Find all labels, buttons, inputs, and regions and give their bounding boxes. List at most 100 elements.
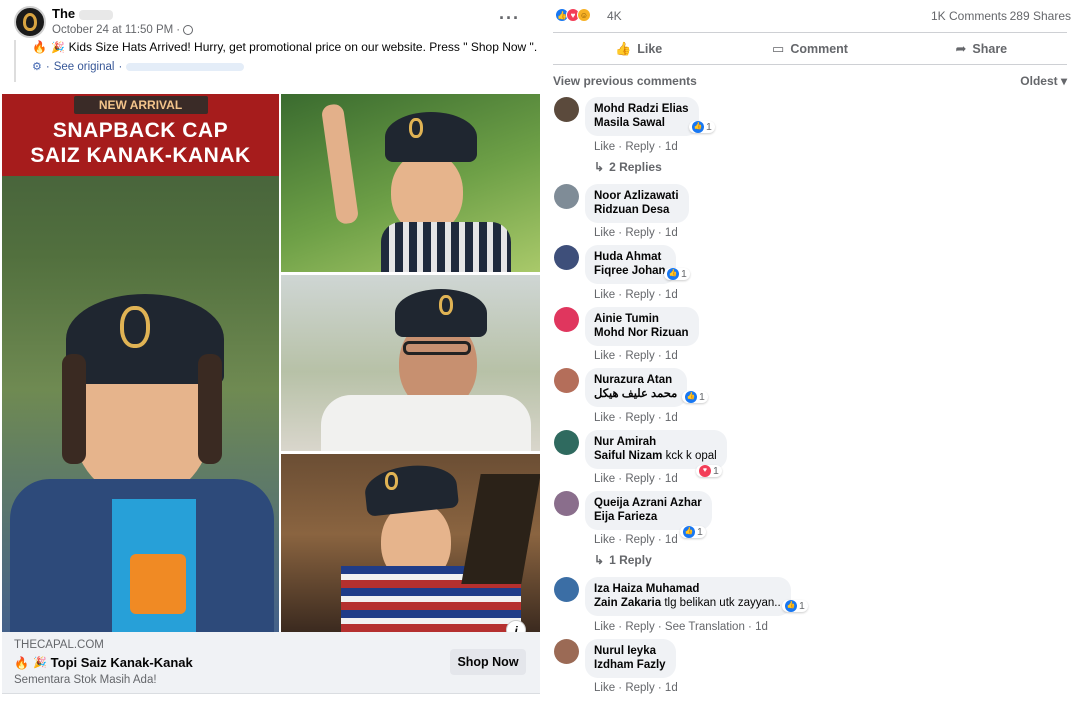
- commenter-avatar[interactable]: [554, 639, 579, 664]
- view-previous-comments[interactable]: View previous comments: [553, 74, 697, 88]
- gear-icon: ⚙: [32, 61, 42, 73]
- reaction-count: 1: [697, 526, 703, 538]
- comment-actions[interactable]: Like · Reply · 1d: [594, 412, 678, 424]
- photo-top-right[interactable]: [281, 94, 540, 272]
- photo-grid[interactable]: NEW ARRIVAL SNAPBACK CAP SAIZ KANAK-KANA…: [2, 94, 540, 632]
- comment-reaction[interactable]: 👍 1: [689, 121, 715, 133]
- link-title-text[interactable]: Topi Saiz Kanak-Kanak: [51, 655, 193, 670]
- commenter-avatar[interactable]: [554, 577, 579, 602]
- commenter-name[interactable]: Nurazura Atan: [594, 373, 677, 387]
- view-replies-link[interactable]: ↳ 1 Reply: [594, 553, 652, 567]
- like-reaction-icon: 👍: [785, 600, 797, 612]
- tagged-user[interactable]: Saiful Nizam: [594, 450, 662, 462]
- more-options-button[interactable]: ···: [499, 8, 520, 29]
- shares-count[interactable]: 289 Shares: [1010, 9, 1071, 23]
- thumbs-up-icon: 👍: [615, 40, 632, 56]
- page-logo-icon: [23, 13, 37, 31]
- comment-button[interactable]: ▭ Comment: [724, 33, 895, 64]
- cap-image: [385, 112, 477, 162]
- comment-item: Nurazura Atan محمد عليف هيكل 👍 1 Like · R…: [553, 368, 1073, 428]
- comment-actions[interactable]: Like · Reply · 1d: [594, 289, 678, 301]
- commenter-name[interactable]: Ainie Tumin: [594, 312, 689, 326]
- commenter-name[interactable]: Iza Haiza Muhamad: [594, 582, 781, 596]
- commenter-name[interactable]: Noor Azlizawati: [594, 189, 679, 203]
- photo-middle-right[interactable]: [281, 275, 540, 451]
- commenter-avatar[interactable]: [554, 307, 579, 332]
- share-button[interactable]: ➦ Share: [896, 33, 1067, 64]
- link-preview[interactable]: THECAPAL.COM 🔥 🎉 Topi Saiz Kanak-Kanak S…: [2, 632, 540, 694]
- love-reaction-icon: ♥: [699, 465, 711, 477]
- main-photo[interactable]: NEW ARRIVAL SNAPBACK CAP SAIZ KANAK-KANA…: [2, 94, 279, 632]
- photo-bottom-right[interactable]: [281, 454, 540, 632]
- commenter-avatar[interactable]: [554, 368, 579, 393]
- share-label: Share: [972, 41, 1008, 56]
- tagged-user[interactable]: Mohd Nor Rizuan: [594, 327, 689, 339]
- commenter-avatar[interactable]: [554, 184, 579, 209]
- commenter-name[interactable]: Queija Azrani Azhar: [594, 496, 702, 510]
- comment-reaction[interactable]: 👍 1: [680, 526, 706, 538]
- post-text: 🔥 🎉 Kids Size Hats Arrived! Hurry, get p…: [14, 40, 537, 82]
- reaction-count[interactable]: 4K: [607, 9, 622, 23]
- commenter-name[interactable]: Huda Ahmat: [594, 250, 666, 264]
- commenter-name[interactable]: Nur Amirah: [594, 435, 717, 449]
- caret-down-icon: ▾: [1060, 74, 1067, 88]
- comments-header: View previous comments Oldest ▾: [553, 74, 1067, 90]
- redacted-translation: [126, 62, 245, 71]
- like-button[interactable]: 👍 Like: [553, 33, 724, 64]
- tagged-user[interactable]: Zain Zakaria: [594, 597, 661, 609]
- comment-bubble: Nurazura Atan محمد عليف هيكل: [585, 368, 688, 407]
- commenter-name[interactable]: Mohd Radzi Elias: [594, 102, 689, 116]
- tagged-user[interactable]: محمد عليف هيكل: [594, 388, 677, 400]
- post-action-bar: 👍 Like ▭ Comment ➦ Share: [553, 32, 1067, 65]
- commenter-name[interactable]: Nurul Ieyka: [594, 644, 666, 658]
- comment-label: Comment: [790, 41, 848, 56]
- comments-panel: 👍 ♥ ☺ 4K 1K Comments 289 Shares 👍 Like ▭…: [553, 0, 1080, 704]
- tagged-user[interactable]: Izdham Fazly: [594, 659, 666, 671]
- comment-actions[interactable]: Like · Reply · 1d: [594, 227, 678, 239]
- page-name-text[interactable]: The: [52, 6, 75, 21]
- comment-actions[interactable]: Like · Reply · 1d: [594, 534, 678, 546]
- comment-actions[interactable]: Like · Reply · 1d: [594, 473, 678, 485]
- comment-sort-select[interactable]: Oldest ▾: [1020, 74, 1067, 88]
- reaction-icons[interactable]: 👍 ♥ ☺: [555, 8, 591, 22]
- comment-actions[interactable]: Like · Reply · 1d: [594, 141, 678, 153]
- comment-bubble: Queija Azrani Azhar Eija Farieza: [585, 491, 712, 530]
- fire-icon: 🔥: [32, 40, 47, 54]
- shop-now-button[interactable]: Shop Now: [450, 649, 526, 675]
- tagged-user[interactable]: Eija Farieza: [594, 511, 657, 523]
- like-reaction-icon: 👍: [683, 526, 695, 538]
- comment-reaction[interactable]: 👍 1: [664, 268, 690, 280]
- comment-reaction[interactable]: 👍 1: [782, 600, 808, 612]
- page-name[interactable]: The: [52, 6, 114, 21]
- comment-actions[interactable]: Like · Reply · 1d: [594, 350, 678, 362]
- banner-title: SNAPBACK CAP: [52, 119, 229, 142]
- see-original-link[interactable]: See original: [54, 61, 115, 73]
- comment-reaction[interactable]: 👍 1: [682, 391, 708, 403]
- comment-item: Iza Haiza Muhamad Zain Zakaria tlg belik…: [553, 577, 1073, 637]
- post-timestamp[interactable]: October 24 at 11:50 PM: [52, 24, 173, 36]
- hair: [198, 354, 222, 464]
- tagged-user[interactable]: Masila Sawal: [594, 117, 665, 129]
- commenter-avatar[interactable]: [554, 491, 579, 516]
- striped-shirt: [381, 222, 511, 272]
- post-card: The October 24 at 11:50 PM · ··· 🔥 🎉 Kid…: [0, 0, 542, 704]
- commenter-avatar[interactable]: [554, 245, 579, 270]
- link-domain: THECAPAL.COM: [14, 639, 104, 651]
- commenter-avatar[interactable]: [554, 97, 579, 122]
- comment-actions[interactable]: Like · Reply · See Translation · 1d: [594, 621, 768, 633]
- commenter-avatar[interactable]: [554, 430, 579, 455]
- link-title[interactable]: 🔥 🎉 Topi Saiz Kanak-Kanak: [14, 655, 193, 670]
- meta-separator: ·: [176, 24, 181, 36]
- view-replies-link[interactable]: ↳ 2 Replies: [594, 160, 662, 174]
- comment-actions[interactable]: Like · Reply · 1d: [594, 682, 678, 694]
- page-avatar[interactable]: [14, 6, 46, 38]
- banner-tag: NEW ARRIVAL: [73, 96, 208, 114]
- comments-count[interactable]: 1K Comments: [931, 9, 1007, 23]
- tagged-user[interactable]: Ridzuan Desa: [594, 204, 669, 216]
- tagged-user[interactable]: Fiqree Johan: [594, 265, 666, 277]
- eyeglasses: [403, 341, 471, 355]
- comment-reaction[interactable]: ♥ 1: [696, 465, 722, 477]
- reaction-count: 1: [699, 391, 705, 403]
- comment-item: Nurul Ieyka Izdham Fazly Like · Reply · …: [553, 639, 1073, 699]
- like-reaction-icon: 👍: [667, 268, 679, 280]
